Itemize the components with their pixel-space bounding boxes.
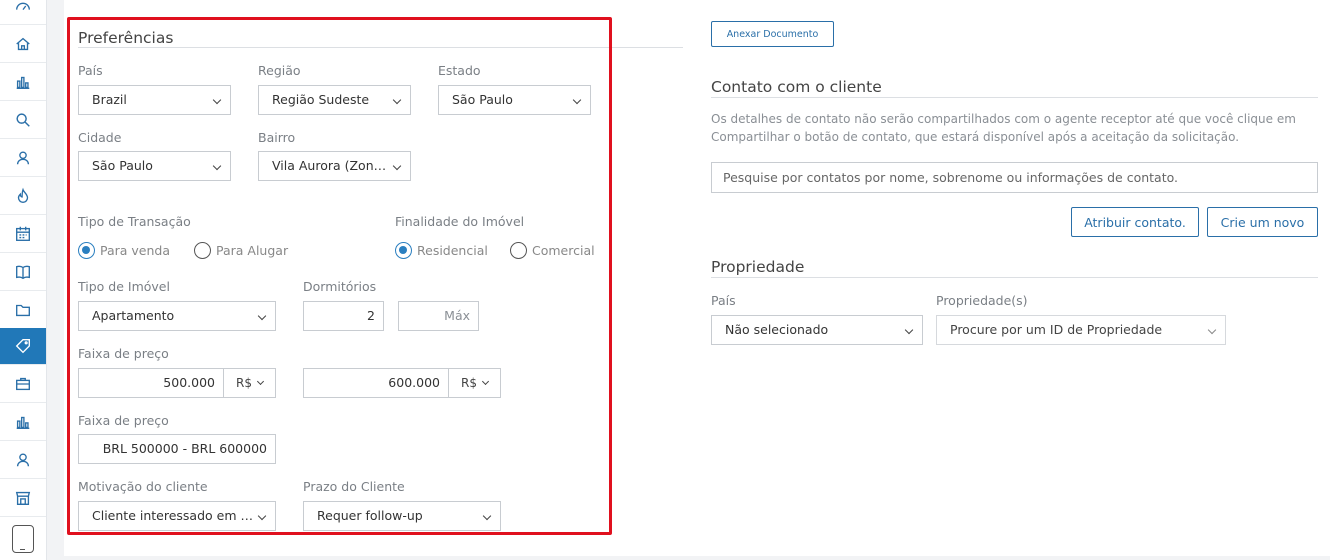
fire-icon[interactable] — [0, 178, 46, 215]
tag-icon[interactable] — [0, 328, 46, 365]
contato-description: Os detalhes de contato não serão compart… — [711, 112, 1296, 144]
store-icon[interactable] — [0, 480, 46, 517]
crie-um-novo-button[interactable]: Crie um novo — [1207, 207, 1318, 237]
search-icon[interactable] — [0, 102, 46, 139]
property-pais-select[interactable]: Não selecionado — [711, 315, 923, 345]
stats-icon[interactable] — [0, 404, 46, 441]
calendar-icon[interactable] — [0, 216, 46, 253]
highlight-box — [67, 17, 612, 535]
bar-chart-icon[interactable] — [0, 64, 46, 101]
user-icon[interactable] — [0, 442, 46, 479]
contact-search-input[interactable]: Pesquise por contatos por nome, sobrenom… — [711, 162, 1318, 193]
briefcase-icon[interactable] — [0, 366, 46, 403]
property-pais-label: País — [711, 293, 736, 308]
folder-icon[interactable] — [0, 292, 46, 329]
contato-divider — [711, 97, 1318, 98]
sidebar — [0, 0, 47, 560]
chevron-down-icon — [1207, 325, 1217, 335]
contato-title: Contato com o cliente — [711, 78, 882, 96]
home-icon[interactable] — [0, 26, 46, 63]
phone-icon[interactable] — [12, 525, 34, 553]
propriedade-divider — [711, 277, 1318, 278]
anexar-documento-button[interactable]: Anexar Documento — [711, 21, 834, 47]
person-pin-icon[interactable] — [0, 140, 46, 177]
propriedade-search-select[interactable]: Procure por um ID de Propriedade — [936, 315, 1226, 345]
propriedades-label: Propriedade(s) — [936, 293, 1028, 308]
atribuir-contato-button[interactable]: Atribuir contato. — [1071, 207, 1199, 237]
speedometer-icon[interactable] — [0, 0, 46, 25]
propriedade-value: Procure por um ID de Propriedade — [950, 322, 1163, 337]
property-pais-value: Não selecionado — [725, 322, 829, 337]
book-icon[interactable] — [0, 254, 46, 291]
chevron-down-icon — [904, 325, 914, 335]
propriedade-title: Propriedade — [711, 258, 805, 276]
